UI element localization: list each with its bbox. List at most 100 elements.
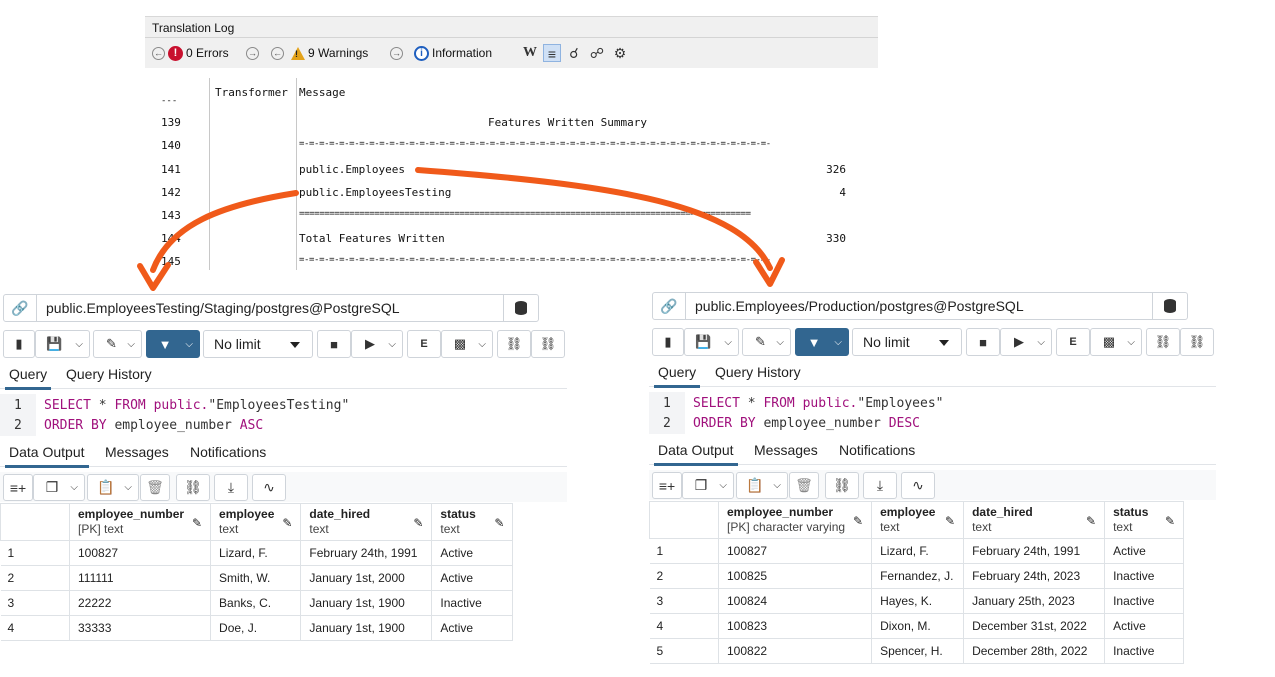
connection-bar[interactable]: 🔗 public.Employees/Production/postgres@P… (652, 292, 1188, 320)
table-row[interactable]: 3 100824 Hayes, K. January 25th, 2023 In… (649, 588, 1185, 614)
sql-editor[interactable]: 1 2 SELECT * FROM public."EmployeesTesti… (0, 394, 567, 436)
commit-button[interactable]: ⛓ (497, 330, 531, 358)
pencil-icon[interactable]: ✎ (945, 514, 955, 529)
delete-button[interactable]: 🗑 (140, 474, 170, 501)
find-icon[interactable]: ☌ (565, 44, 583, 62)
column-header[interactable]: employee_number [PK] text ✎ (68, 503, 212, 541)
word-wrap-icon[interactable]: W (521, 44, 539, 62)
column-header[interactable]: employee_number [PK] character varying ✎ (717, 501, 873, 539)
log-row[interactable]: 145 =-=-=-=-=-=-=-=-=-=-=-=-=-=-=-=-=-=-… (157, 255, 878, 270)
download-button[interactable]: ⤓ (214, 474, 248, 501)
pencil-icon[interactable]: ✎ (853, 514, 863, 529)
paste-button[interactable]: 📋 ⌵ (87, 474, 139, 501)
column-header[interactable]: status text ✎ (431, 503, 514, 541)
download-button[interactable]: ⤓ (863, 472, 897, 499)
add-row-button[interactable]: ≡+ (652, 472, 682, 499)
filter-button[interactable]: ▼ ⌵ (795, 328, 849, 356)
log-row[interactable]: 143 ====================================… (157, 209, 878, 231)
save-data-button[interactable]: ⛓ (825, 472, 859, 499)
open-file-button[interactable]: ▮ (3, 330, 35, 358)
log-row[interactable]: 144 Total Features Written 330 (157, 232, 878, 254)
database-icon[interactable] (1152, 293, 1187, 319)
errors-filter[interactable]: ← ! 0 Errors (152, 38, 229, 68)
row-limit-select[interactable]: No limit (203, 330, 313, 358)
link-icon[interactable]: 🔗 (653, 293, 686, 319)
pencil-icon[interactable]: ✎ (494, 516, 504, 531)
tab-query[interactable]: Query (653, 360, 701, 388)
tab-messages[interactable]: Messages (105, 440, 169, 466)
pencil-icon[interactable]: ✎ (282, 516, 292, 531)
log-row[interactable]: 142 public.EmployeesTesting 4 (157, 186, 878, 208)
tab-data-output[interactable]: Data Output (5, 440, 88, 468)
gear-icon[interactable]: ⚙ (611, 44, 629, 62)
save-button[interactable]: 💾 ⌵ (684, 328, 739, 356)
rollback-button[interactable]: ⛓ (531, 330, 565, 358)
edit-button[interactable]: ✎ ⌵ (93, 330, 142, 358)
copy-button[interactable]: ❐ ⌵ (33, 474, 85, 501)
save-button[interactable]: 💾 ⌵ (35, 330, 90, 358)
list-view-icon[interactable]: ≡ (543, 44, 561, 62)
graph-button[interactable]: ∿ (901, 472, 935, 499)
execute-button[interactable]: ▶ ⌵ (1000, 328, 1052, 356)
graph-button[interactable]: ∿ (252, 474, 286, 501)
log-row[interactable]: 139 Features Written Summary (157, 116, 878, 138)
table-row[interactable]: 4 33333 Doe, J. January 1st, 1900 Active (0, 615, 514, 641)
tab-notifications[interactable]: Notifications (190, 440, 266, 466)
tab-messages[interactable]: Messages (754, 438, 818, 464)
stop-button[interactable]: ■ (317, 330, 351, 358)
edit-button[interactable]: ✎ ⌵ (742, 328, 791, 356)
explain-button[interactable]: E (1056, 328, 1090, 356)
commit-button[interactable]: ⛓ (1146, 328, 1180, 356)
row-limit-select[interactable]: No limit (852, 328, 962, 356)
column-header[interactable]: employee text ✎ (210, 503, 302, 541)
information-filter[interactable]: → i Information (390, 38, 492, 68)
rollback-button[interactable]: ⛓ (1180, 328, 1214, 356)
table-row[interactable]: 4 100823 Dixon, M. December 31st, 2022 A… (649, 613, 1185, 639)
explain-analyze-button[interactable]: ▩ ⌵ (1090, 328, 1142, 356)
pencil-icon[interactable]: ✎ (1165, 514, 1175, 529)
add-row-button[interactable]: ≡+ (3, 474, 33, 501)
prev-icon[interactable]: ← (271, 46, 284, 60)
table-row[interactable]: 2 100825 Fernandez, J. February 24th, 20… (649, 563, 1185, 589)
stop-button[interactable]: ■ (966, 328, 1000, 356)
column-header[interactable]: status text ✎ (1104, 501, 1185, 539)
explain-button[interactable]: E (407, 330, 441, 358)
execute-button[interactable]: ▶ ⌵ (351, 330, 403, 358)
database-icon[interactable] (503, 295, 538, 321)
tab-query[interactable]: Query (4, 362, 52, 390)
link-icon[interactable]: 🔗 (4, 295, 37, 321)
table-row[interactable]: 1 100827 Lizard, F. February 24th, 1991 … (0, 540, 514, 566)
tab-notifications[interactable]: Notifications (839, 438, 915, 464)
column-header[interactable]: date_hired text ✎ (963, 501, 1106, 539)
save-data-button[interactable]: ⛓ (176, 474, 210, 501)
filter-button[interactable]: ▼ ⌵ (146, 330, 200, 358)
next-icon[interactable]: → (246, 46, 259, 60)
column-header[interactable]: date_hired text ✎ (300, 503, 433, 541)
tab-query-history[interactable]: Query History (66, 362, 152, 388)
pencil-icon[interactable]: ✎ (413, 516, 423, 531)
copy-button[interactable]: ❐ ⌵ (682, 472, 734, 499)
table-row[interactable]: 3 22222 Banks, C. January 1st, 1900 Inac… (0, 590, 514, 616)
log-row[interactable]: 141 public.Employees 326 (157, 163, 878, 185)
pencil-icon[interactable]: ✎ (192, 516, 202, 531)
table-row[interactable]: 5 100822 Spencer, H. December 28th, 2022… (649, 638, 1185, 664)
find-next-icon[interactable]: ☍ (588, 44, 606, 62)
pencil-icon[interactable]: ✎ (1086, 514, 1096, 529)
paste-button[interactable]: 📋 ⌵ (736, 472, 788, 499)
column-header[interactable]: employee text ✎ (871, 501, 965, 539)
next-icon[interactable]: → (390, 46, 403, 60)
tab-data-output[interactable]: Data Output (654, 438, 737, 466)
open-file-button[interactable]: ▮ (652, 328, 684, 356)
prev-icon[interactable]: ← (152, 46, 165, 60)
tab-query-history[interactable]: Query History (715, 360, 801, 386)
grid-header-row: employee_number [PK] text ✎ employee text ✎ … (0, 503, 514, 541)
log-row[interactable]: 140 =-=-=-=-=-=-=-=-=-=-=-=-=-=-=-=-=-=-… (157, 139, 878, 161)
warnings-filter[interactable]: → ← ! 9 Warnings (246, 38, 368, 68)
delete-button[interactable]: 🗑 (789, 472, 819, 499)
sql-editor[interactable]: 1 2 SELECT * FROM public."Employees" ORD… (649, 392, 1216, 434)
connection-bar[interactable]: 🔗 public.EmployeesTesting/Staging/postgr… (3, 294, 539, 322)
table-row[interactable]: 2 111111 Smith, W. January 1st, 2000 Act… (0, 565, 514, 591)
explain-analyze-button[interactable]: ▩ ⌵ (441, 330, 493, 358)
commit-icon: ⛓ (1154, 334, 1172, 349)
table-row[interactable]: 1 100827 Lizard, F. February 24th, 1991 … (649, 538, 1185, 564)
